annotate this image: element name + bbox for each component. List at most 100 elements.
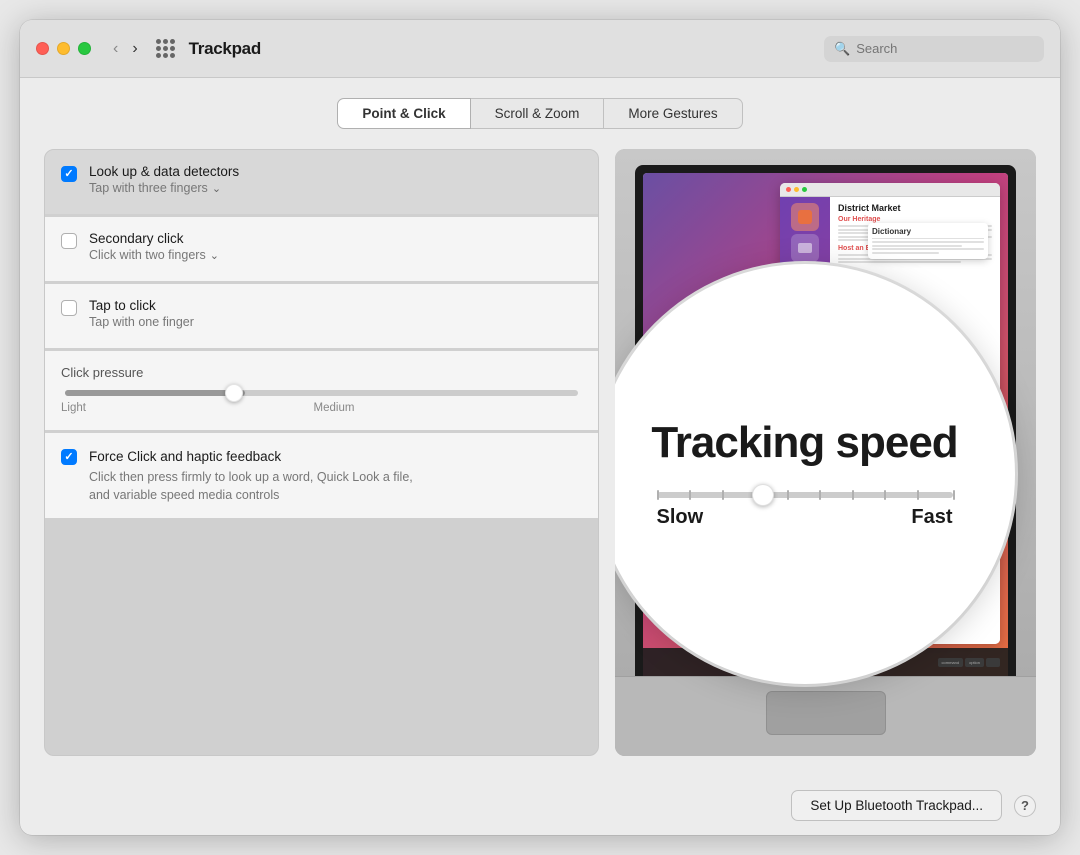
lookup-checkbox[interactable]	[61, 166, 77, 182]
main-area: Look up & data detectors Tap with three …	[44, 149, 1036, 756]
secondary-click-title: Secondary click	[89, 231, 219, 246]
force-click-section[interactable]: Force Click and haptic feedback Click th…	[45, 433, 598, 518]
divider	[45, 282, 598, 283]
grid-dot	[170, 39, 175, 44]
grid-dot	[163, 46, 168, 51]
click-pressure-label: Click pressure	[61, 365, 582, 380]
secondary-click-chevron-icon: ⌄	[210, 249, 219, 262]
slider-label-light: Light	[61, 402, 86, 414]
lookup-chevron-icon: ⌄	[212, 182, 221, 195]
mag-slider-track	[657, 492, 953, 498]
tab-bar: Point & Click Scroll & Zoom More Gesture…	[44, 98, 1036, 129]
tap-to-click-title: Tap to click	[89, 298, 194, 313]
slider-labels: Light Medium	[61, 402, 582, 414]
grid-dot	[170, 46, 175, 51]
preview-text	[838, 261, 961, 263]
slider-fill	[65, 390, 245, 396]
search-box[interactable]: 🔍	[824, 36, 1044, 62]
preview-window-bar	[780, 183, 1000, 197]
keyboard-area	[615, 676, 1036, 756]
grid-dot	[163, 53, 168, 58]
secondary-click-setting[interactable]: Secondary click Click with two fingers ⌄	[45, 217, 598, 281]
maximize-button[interactable]	[78, 42, 91, 55]
main-window: ‹ › Trackpad 🔍 Point & Click Scroll & Zo…	[20, 20, 1060, 835]
sidebar-icon	[791, 203, 819, 231]
preview-section1: Our Heritage	[838, 216, 992, 223]
lookup-setting[interactable]: Look up & data detectors Tap with three …	[45, 150, 598, 214]
tab-scroll-zoom[interactable]: Scroll & Zoom	[471, 98, 605, 129]
pw-close	[786, 187, 791, 192]
macbook-preview: District Market Our Heritage	[615, 149, 1036, 756]
tick	[657, 490, 659, 500]
preview-area: District Market Our Heritage	[615, 149, 1036, 756]
slider-thumb[interactable]	[225, 384, 243, 402]
tracking-speed-slider[interactable]: Slow Fast	[645, 492, 965, 529]
close-button[interactable]	[36, 42, 49, 55]
divider	[45, 215, 598, 216]
window-controls	[36, 42, 91, 55]
pw-min	[794, 187, 799, 192]
help-button[interactable]: ?	[1014, 795, 1036, 817]
blank-key	[986, 658, 1000, 667]
grid-dot	[163, 39, 168, 44]
tick	[722, 490, 724, 500]
slow-label: Slow	[657, 506, 704, 529]
tick	[689, 490, 691, 500]
secondary-click-checkbox[interactable]	[61, 233, 77, 249]
force-click-desc: Click then press firmly to look up a wor…	[61, 469, 582, 504]
tick	[884, 490, 886, 500]
forward-button[interactable]: ›	[128, 38, 141, 60]
secondary-click-desc: Click with two fingers ⌄	[89, 248, 219, 262]
grid-dot	[156, 39, 161, 44]
force-click-checkbox[interactable]	[61, 449, 77, 465]
minimize-button[interactable]	[57, 42, 70, 55]
back-button[interactable]: ‹	[109, 38, 122, 60]
sidebar-icon	[791, 234, 819, 262]
trackpad	[766, 691, 886, 735]
titlebar: ‹ › Trackpad 🔍	[20, 20, 1060, 78]
slider-label-medium: Medium	[314, 402, 355, 414]
divider	[45, 431, 598, 432]
mag-labels: Slow Fast	[657, 506, 953, 529]
tick	[819, 490, 821, 500]
pw-max	[802, 187, 807, 192]
grid-dot	[156, 46, 161, 51]
tab-point-click[interactable]: Point & Click	[337, 98, 470, 129]
option-key: option	[965, 658, 984, 667]
tap-to-click-setting[interactable]: Tap to click Tap with one finger	[45, 284, 598, 348]
content-area: Point & Click Scroll & Zoom More Gesture…	[20, 78, 1060, 776]
click-pressure-section: Click pressure Light Medium	[45, 351, 598, 430]
lookup-text: Look up & data detectors Tap with three …	[89, 164, 239, 195]
tick	[787, 490, 789, 500]
magnifier-title: Tracking speed	[651, 418, 957, 468]
secondary-click-text: Secondary click Click with two fingers ⌄	[89, 231, 219, 262]
grid-dot	[170, 53, 175, 58]
settings-panel: Look up & data detectors Tap with three …	[44, 149, 599, 756]
bluetooth-setup-button[interactable]: Set Up Bluetooth Trackpad...	[791, 790, 1002, 821]
search-input[interactable]	[856, 41, 1034, 56]
tap-to-click-checkbox[interactable]	[61, 300, 77, 316]
lookup-title: Look up & data detectors	[89, 164, 239, 179]
lookup-desc: Tap with three fingers ⌄	[89, 181, 239, 195]
fast-label: Fast	[911, 506, 952, 529]
preview-app-title: District Market	[838, 203, 992, 213]
force-click-title: Force Click and haptic feedback	[89, 449, 281, 464]
search-icon: 🔍	[834, 41, 850, 57]
divider	[45, 349, 598, 350]
click-pressure-track[interactable]	[65, 390, 578, 396]
command-key: command	[938, 658, 964, 667]
tick	[852, 490, 854, 500]
tick	[917, 490, 919, 500]
apps-grid-icon[interactable]	[156, 39, 175, 58]
tick	[953, 490, 955, 500]
nav-arrows: ‹ ›	[109, 38, 142, 60]
tap-to-click-text: Tap to click Tap with one finger	[89, 298, 194, 329]
tab-more-gestures[interactable]: More Gestures	[604, 98, 742, 129]
dictionary-popup: Dictionary	[868, 223, 988, 259]
mag-slider-thumb[interactable]	[752, 484, 774, 506]
tap-to-click-desc: Tap with one finger	[89, 315, 194, 329]
force-click-header: Force Click and haptic feedback	[61, 447, 582, 465]
grid-dot	[156, 53, 161, 58]
window-title: Trackpad	[189, 39, 261, 59]
bottom-bar: Set Up Bluetooth Trackpad... ?	[20, 776, 1060, 835]
